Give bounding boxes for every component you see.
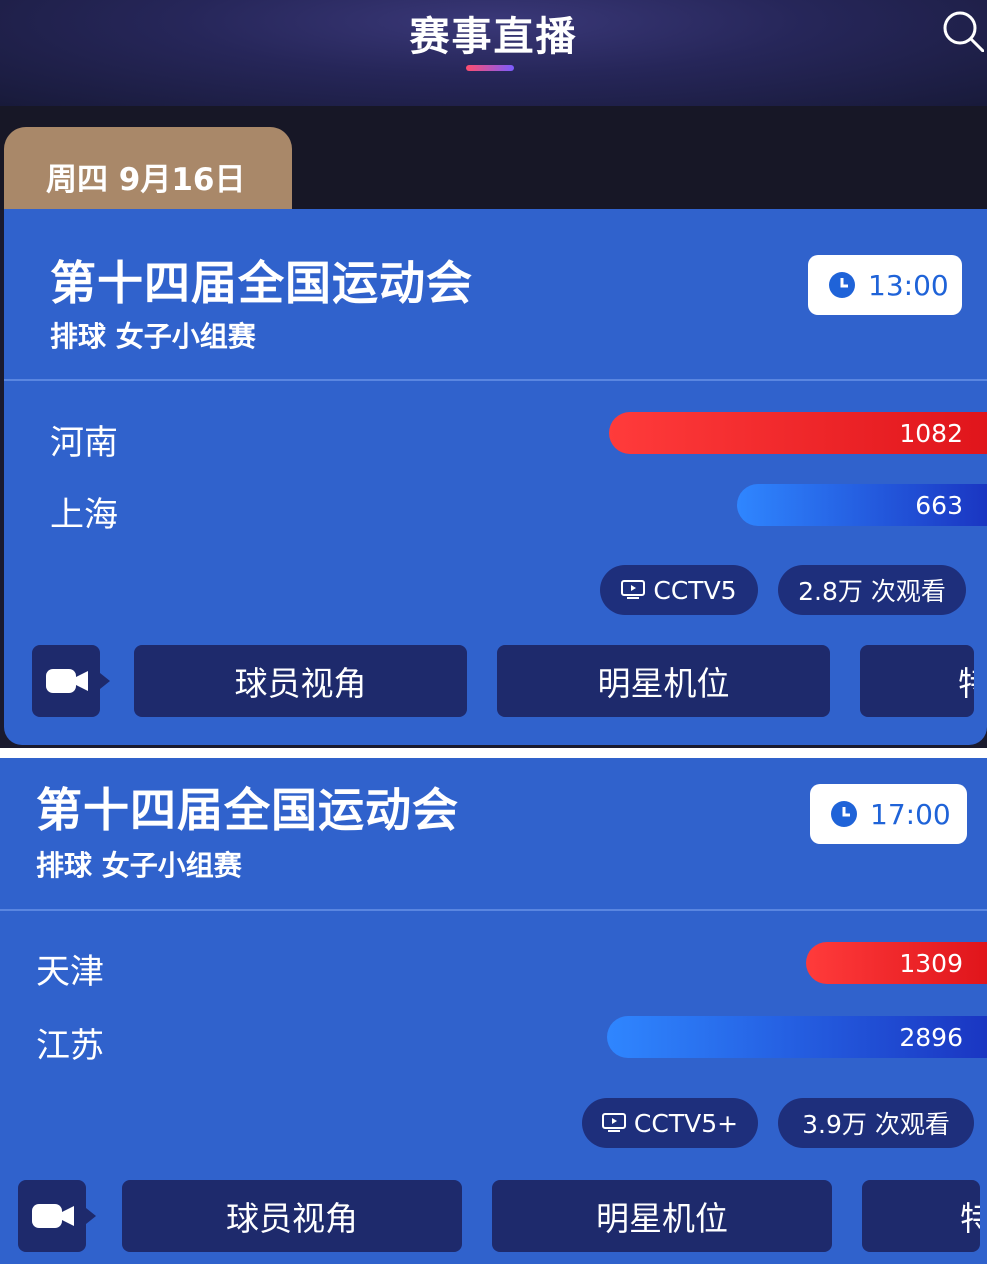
search-icon[interactable] (940, 8, 984, 52)
camera-select-button[interactable] (32, 645, 110, 717)
team-name: 江苏 (36, 1026, 104, 1066)
camera-select-button[interactable] (18, 1180, 96, 1252)
start-time-badge: 17:00 (810, 784, 967, 844)
event-title: 第十四届全国运动会 (36, 783, 459, 837)
tv-icon (621, 580, 646, 599)
event-title: 第十四届全国运动会 (50, 256, 473, 310)
match-card[interactable]: 第十四届全国运动会 排球 女子小组赛 17:00 天津 1309 江苏 2896… (0, 758, 987, 1264)
card-divider (0, 909, 987, 911)
vote-bar-home[interactable]: 1082 (609, 412, 987, 454)
tv-icon (601, 1113, 626, 1132)
view-count-badge: 2.8万 次观看 (778, 565, 966, 615)
top-screenshot: 赛事直播 周四 9月16日 第十四届全国运动会 排球 女子小组赛 13:00 河… (0, 0, 987, 748)
channel-name: CCTV5+ (633, 1108, 739, 1138)
clock-icon (831, 801, 857, 827)
team-name: 天津 (36, 952, 104, 992)
special-view-button[interactable]: 特 (860, 645, 974, 717)
view-count-badge: 3.9万 次观看 (778, 1098, 974, 1148)
page-title: 赛事直播 (409, 14, 578, 60)
active-tab-indicator (466, 65, 514, 71)
channel-name: CCTV5 (653, 575, 737, 605)
match-card[interactable]: 第十四届全国运动会 排球 女子小组赛 13:00 河南 1082 上海 663 … (4, 209, 987, 745)
header-bar: 赛事直播 (0, 0, 987, 106)
star-camera-button[interactable]: 明星机位 (492, 1180, 832, 1252)
vote-count: 663 (915, 490, 963, 520)
start-time-badge: 13:00 (808, 255, 962, 315)
vote-count: 1082 (899, 418, 963, 448)
clock-icon (829, 272, 855, 298)
view-count: 3.9万 次观看 (802, 1110, 950, 1139)
start-time: 17:00 (870, 797, 951, 831)
vote-bar-away[interactable]: 2896 (607, 1016, 987, 1058)
video-camera-icon (32, 1204, 74, 1228)
event-subtitle: 排球 女子小组赛 (36, 849, 242, 882)
channel-badge: CCTV5 (600, 565, 758, 615)
vote-bar-home[interactable]: 1309 (806, 942, 987, 984)
team-name: 上海 (50, 495, 118, 535)
start-time: 13:00 (868, 268, 949, 302)
bottom-screenshot: 第十四届全国运动会 排球 女子小组赛 17:00 天津 1309 江苏 2896… (0, 758, 987, 1264)
date-label: 周四 9月16日 (46, 162, 246, 198)
team-name: 河南 (50, 423, 118, 463)
vote-count: 2896 (899, 1022, 963, 1052)
vote-count: 1309 (899, 948, 963, 978)
player-view-button[interactable]: 球员视角 (122, 1180, 462, 1252)
player-view-button[interactable]: 球员视角 (134, 645, 467, 717)
channel-badge: CCTV5+ (582, 1098, 758, 1148)
event-subtitle: 排球 女子小组赛 (50, 320, 256, 353)
special-view-button[interactable]: 特 (862, 1180, 980, 1252)
star-camera-button[interactable]: 明星机位 (497, 645, 830, 717)
video-camera-icon (46, 669, 88, 693)
vote-bar-away[interactable]: 663 (737, 484, 987, 526)
card-divider (4, 379, 987, 381)
view-count: 2.8万 次观看 (798, 577, 946, 606)
